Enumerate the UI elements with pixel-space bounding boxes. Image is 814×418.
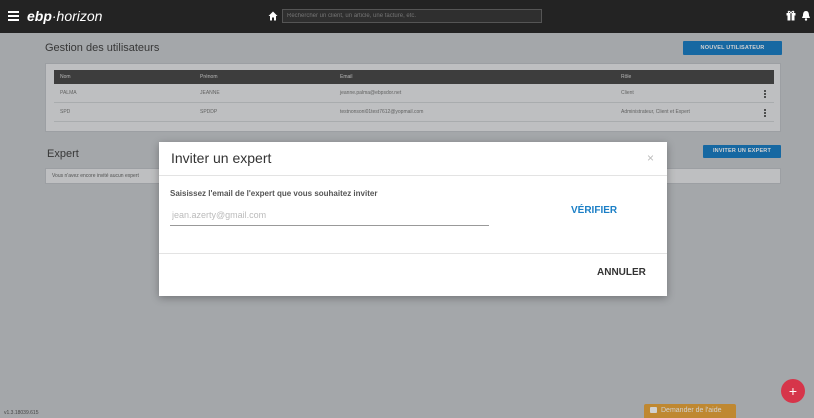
home-icon[interactable] xyxy=(268,11,278,21)
menu-icon[interactable] xyxy=(8,11,19,21)
dialog-divider xyxy=(159,253,667,254)
verify-button[interactable]: VÉRIFIER xyxy=(571,205,617,216)
cancel-button[interactable]: ANNULER xyxy=(597,267,646,278)
close-icon[interactable]: × xyxy=(647,151,654,165)
add-fab-button[interactable]: + xyxy=(781,379,805,403)
app-logo[interactable]: ebp·horizon xyxy=(27,8,102,24)
top-bar: ebp·horizon xyxy=(0,0,814,33)
logo-bold: ebp xyxy=(27,8,52,24)
invite-expert-dialog: Inviter un expert × Saisissez l'email de… xyxy=(159,142,667,296)
dialog-prompt: Saisissez l'email de l'expert que vous s… xyxy=(170,189,378,198)
dialog-divider xyxy=(159,175,667,176)
expert-email-input[interactable] xyxy=(170,204,489,226)
gift-icon[interactable] xyxy=(786,10,796,21)
logo-rest: ·horizon xyxy=(51,8,103,24)
dialog-title: Inviter un expert xyxy=(171,150,272,166)
bell-icon[interactable] xyxy=(801,10,811,21)
search-input[interactable] xyxy=(282,9,542,23)
